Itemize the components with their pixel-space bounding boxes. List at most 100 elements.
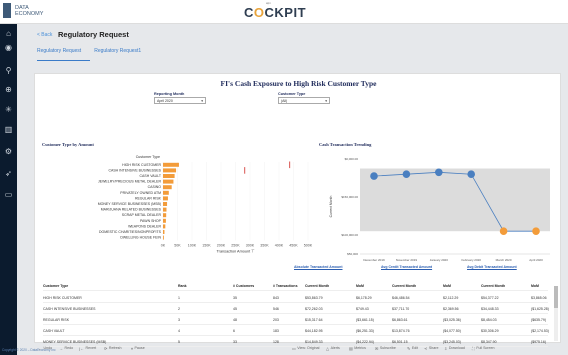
toolbar-refresh-button[interactable]: ⟳ Refresh xyxy=(104,346,121,351)
toolbar-label: Share xyxy=(428,346,439,350)
toolbar-pause-button[interactable]: ⏸ Pause xyxy=(131,346,145,351)
toolbar-label: Pause xyxy=(134,346,145,350)
table-cell: 48 xyxy=(233,318,237,322)
toolbar-metrics-button[interactable]: ▤ Metrics xyxy=(349,346,366,351)
home-icon[interactable]: ⌂ xyxy=(4,29,13,38)
table-cell: $54,377.22 xyxy=(481,296,499,300)
category-label: HIGH RISK CUSTOMER xyxy=(122,163,161,167)
category-label: MONEY SERVICE BUSINESSES (MSB) xyxy=(98,202,161,206)
table-cell: $8,454.03 xyxy=(481,318,497,322)
toolbar-edit-button[interactable]: ✎ Edit xyxy=(407,346,418,351)
group-header-avg-debit[interactable]: Avg Debit Transacted Amount xyxy=(467,265,517,269)
refresh-icon: ⟳ xyxy=(104,345,108,351)
table-cell: REGULAR RISK xyxy=(43,318,70,322)
table-cell: ($4,077.50) xyxy=(443,329,461,333)
group-header-absolute[interactable]: Absolute Transacted Amount xyxy=(294,265,343,269)
monitor-icon[interactable]: ▭ xyxy=(4,190,13,199)
active-tab-indicator xyxy=(37,60,90,61)
toolbar-label: View: Original xyxy=(297,346,320,350)
bar[interactable] xyxy=(163,218,166,223)
toolbar-label: Redo xyxy=(64,346,74,350)
left-chart-title: Customer Type by Amount xyxy=(42,142,94,147)
logo-part-rest: CKPIT xyxy=(264,5,307,20)
data-point[interactable] xyxy=(435,168,443,177)
table-cell: $46,486.54 xyxy=(392,296,410,300)
bar[interactable] xyxy=(163,196,168,201)
customer-type-value: (All) xyxy=(281,99,288,103)
table-cell: $2,369.56 xyxy=(443,307,459,311)
table-cell: 3 xyxy=(178,318,180,322)
table-scrollbar[interactable] xyxy=(554,286,558,341)
x-tick-label: 50K xyxy=(174,243,181,247)
bar[interactable] xyxy=(163,190,169,195)
reporting-month-value: April 2020 xyxy=(157,99,173,103)
view-icon[interactable]: ◉ xyxy=(4,43,13,52)
toolbar-revert-button[interactable]: |← Revert xyxy=(79,346,96,351)
toolbar-share-button[interactable]: ≺ Share xyxy=(424,346,438,351)
globe-icon[interactable]: ⊕ xyxy=(4,85,13,94)
toolbar-view-original-button[interactable]: ▭ View: Original xyxy=(292,346,319,351)
reporting-month-label: Reporting Month xyxy=(154,92,185,96)
download-icon: ⇩ xyxy=(444,345,448,351)
tab-bar: Regulatory Request Regulatory Request1 xyxy=(37,48,154,60)
customer-type-select[interactable]: (All) ▾ xyxy=(278,97,330,104)
bar[interactable] xyxy=(163,174,175,178)
bar[interactable] xyxy=(163,224,166,229)
table-cell: $13,874.76 xyxy=(392,329,410,333)
toolbar-label: Download xyxy=(448,346,465,350)
x-tick-label: 300K xyxy=(246,243,255,247)
y-tick-label: $0,000.00 xyxy=(345,157,359,161)
tab-regulatory-request[interactable]: Regulatory Request xyxy=(37,48,81,60)
column-header: MoM xyxy=(443,284,451,288)
column-header: Rank xyxy=(178,284,187,288)
table-cell: ($2,174.53) xyxy=(531,329,549,333)
table-cell: 843 xyxy=(273,296,279,300)
bar[interactable] xyxy=(163,213,167,218)
toolbar-alerts-button[interactable]: △ Alerts xyxy=(326,346,340,351)
bar[interactable] xyxy=(163,179,174,184)
table-row[interactable]: CASH VAULT 4 6 183 $44,182.95 ($6,251.33) $13,… xyxy=(43,327,549,336)
full-screen-icon: ⛶ xyxy=(472,345,475,351)
category-label: CASH VAULT xyxy=(140,174,162,178)
x-tick-label: 0K xyxy=(161,243,166,247)
logo-part-c: C xyxy=(244,5,254,20)
gear-icon[interactable]: ⚙ xyxy=(4,147,13,156)
x-tick-label: 250K xyxy=(231,243,240,247)
data-point[interactable] xyxy=(402,170,411,178)
table-row[interactable]: REGULAR RISK 3 48 203 $15,317.64 ($3,661.15) $… xyxy=(43,316,548,325)
bar[interactable] xyxy=(163,202,168,206)
toolbar-redo-button[interactable]: → Redo xyxy=(59,346,73,351)
table-cell: CASH INTENSIVE BUSINESSES xyxy=(43,307,96,311)
brand-logo[interactable]: DATA ECONOMY xyxy=(3,3,43,18)
table-row[interactable]: HIGH RISK CUSTOMER 1 35 843 $53,863.79 $6,178… xyxy=(43,294,548,303)
customer-type-bar-chart: Customer Type 0K 50K 100K 150K 200K 250K 300K 35… xyxy=(98,155,313,253)
tab-regulatory-request1[interactable]: Regulatory Request1 xyxy=(94,48,141,60)
bar[interactable] xyxy=(163,207,167,212)
bar[interactable] xyxy=(163,168,177,173)
table-cell: 6 xyxy=(233,329,235,333)
toolbar-full-screen-button[interactable]: ⛶ Full Screen xyxy=(472,346,495,351)
category-label: PRIVATELY OWNED ATM xyxy=(120,191,161,195)
data-point[interactable] xyxy=(370,172,378,180)
chart-icon[interactable]: ▥ xyxy=(4,125,13,134)
bar[interactable] xyxy=(163,162,179,167)
bar[interactable] xyxy=(163,230,165,234)
data-point[interactable] xyxy=(499,227,508,235)
search-icon[interactable]: ⚲ xyxy=(4,66,13,75)
group-header-avg-credit[interactable]: Avg Credit Transacted Amount xyxy=(381,265,432,269)
table-row[interactable]: CASH INTENSIVE BUSINESSES 2 45 546 $72,262.0… xyxy=(43,305,549,314)
back-link[interactable]: < Back xyxy=(37,32,52,38)
scrollbar-thumb[interactable] xyxy=(554,286,558,308)
bug-icon[interactable]: ✳ xyxy=(4,105,13,114)
share-icon: ≺ xyxy=(424,345,428,351)
bar[interactable] xyxy=(163,185,172,190)
reporting-month-select[interactable]: April 2020 ▾ xyxy=(154,97,206,104)
toolbar-subscribe-button[interactable]: ✉ Subscribe xyxy=(375,346,396,351)
bar[interactable] xyxy=(163,235,164,240)
toolbar-download-button[interactable]: ⇩ Download xyxy=(444,346,465,351)
data-point[interactable] xyxy=(467,170,475,178)
data-point[interactable] xyxy=(532,227,540,235)
rocket-icon[interactable]: ➶ xyxy=(4,169,13,178)
x-tick-label: 100K xyxy=(188,243,197,247)
view-original-icon: ▭ xyxy=(292,345,296,351)
